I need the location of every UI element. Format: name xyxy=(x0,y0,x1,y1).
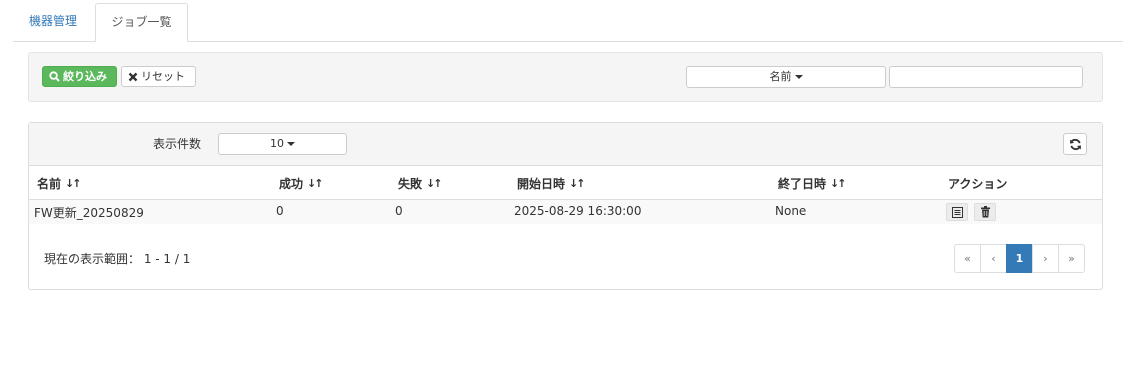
per-page-value: 10 xyxy=(270,137,284,150)
delete-button[interactable] xyxy=(974,203,996,221)
tab-job-list[interactable]: ジョブ一覧 xyxy=(95,3,188,42)
per-page-select[interactable]: 10 xyxy=(218,133,347,155)
last-page-button[interactable]: » xyxy=(1058,244,1085,273)
sort-icon: ↓↑ xyxy=(569,177,586,190)
sort-icon: ↓↑ xyxy=(65,177,82,190)
column-header-label: 失敗 xyxy=(398,177,423,191)
table-toolbar: 表示件数 10 xyxy=(29,123,1102,166)
filter-button-label: 絞り込み xyxy=(63,70,107,83)
column-header-name[interactable]: 名前 ↓↑ xyxy=(37,175,82,192)
sort-icon: ↓↑ xyxy=(426,177,443,190)
sort-icon: ↓↑ xyxy=(830,177,847,190)
prev-page-button[interactable]: ‹ xyxy=(980,244,1007,273)
next-page-button[interactable]: › xyxy=(1032,244,1059,273)
column-header-end[interactable]: 終了日時 ↓↑ xyxy=(778,175,847,192)
column-header-success[interactable]: 成功 ↓↑ xyxy=(279,175,324,192)
column-header-label: 成功 xyxy=(279,177,304,191)
search-input[interactable] xyxy=(889,66,1083,88)
refresh-icon xyxy=(1069,138,1081,150)
column-header-label: アクション xyxy=(948,177,1008,191)
display-range: 現在の表示範囲： 1 - 1 / 1 xyxy=(44,252,191,266)
cell-failure: 0 xyxy=(395,204,403,218)
column-header-label: 終了日時 xyxy=(778,177,827,191)
search-icon xyxy=(49,71,60,82)
close-icon xyxy=(128,72,138,81)
column-header-label: 名前 xyxy=(37,177,62,191)
trash-icon xyxy=(980,206,990,218)
page-1-button[interactable]: 1 xyxy=(1006,244,1033,273)
column-header-actions: アクション xyxy=(948,175,1007,192)
search-field-select-value: 名前 xyxy=(769,70,792,83)
column-header-start[interactable]: 開始日時 ↓↑ xyxy=(517,175,586,192)
column-header-failure[interactable]: 失敗 ↓↑ xyxy=(398,175,443,192)
cell-success: 0 xyxy=(276,204,284,218)
reset-button-label: リセット xyxy=(141,70,185,83)
cell-start: 2025-08-29 16:30:00 xyxy=(514,204,642,218)
cell-end: None xyxy=(775,204,807,218)
column-header-label: 開始日時 xyxy=(517,177,566,191)
caret-down-icon xyxy=(287,142,295,146)
sort-icon: ↓↑ xyxy=(307,177,324,190)
first-page-button[interactable]: « xyxy=(954,244,981,273)
tab-bar: 機器管理 ジョブ一覧 xyxy=(13,3,1123,42)
reset-button[interactable]: リセット xyxy=(121,66,196,87)
filter-button[interactable]: 絞り込み xyxy=(42,66,117,87)
job-table-panel: 表示件数 10 名前 ↓↑ 成功 ↓↑ 失敗 ↓↑ 開始日時 ↓↑ 終了日時 ↓↑ アクシ… xyxy=(28,122,1103,290)
tab-device-management[interactable]: 機器管理 xyxy=(15,3,91,42)
pagination: « ‹ 1 › » xyxy=(954,244,1085,273)
cell-name: FW更新_20250829 xyxy=(34,206,144,220)
caret-down-icon xyxy=(794,75,803,79)
search-field-select[interactable]: 名前 xyxy=(686,66,886,88)
list-icon xyxy=(951,206,963,218)
per-page-label: 表示件数 xyxy=(153,137,202,151)
refresh-button[interactable] xyxy=(1063,133,1087,155)
detail-button[interactable] xyxy=(946,203,968,221)
filter-panel: 絞り込み リセット 名前 xyxy=(28,52,1103,102)
